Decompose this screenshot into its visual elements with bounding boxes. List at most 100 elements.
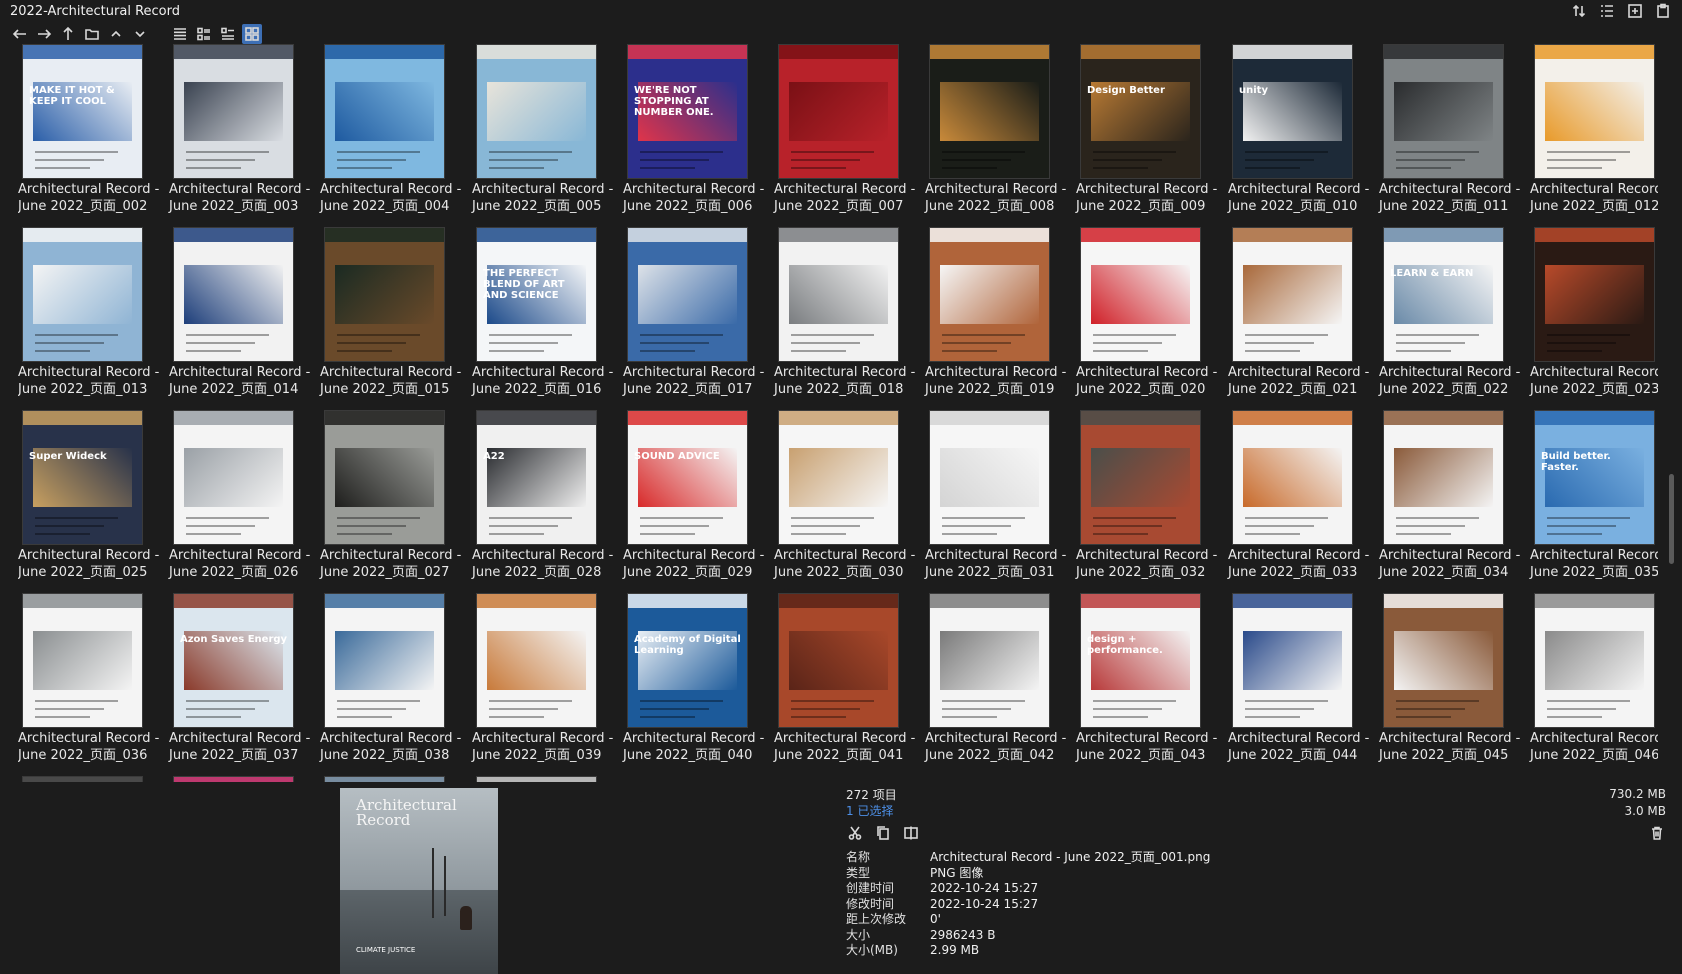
thumbnail-image: SOUND ADVICE xyxy=(627,410,748,545)
file-thumbnail[interactable]: Architectural Record - June 2022_页面_033 xyxy=(1228,410,1377,593)
file-thumbnail[interactable]: Super Wideck Architectural Record - June 2… xyxy=(18,410,167,593)
file-thumbnail[interactable]: Architectural Record - June 2022_页面_017 xyxy=(623,227,772,410)
thumbnail-image xyxy=(1080,227,1201,362)
thumbnail-image xyxy=(324,410,445,545)
trash-icon[interactable] xyxy=(1648,824,1666,842)
file-thumbnail[interactable]: Architectural Record - June 2022_页面_044 xyxy=(1228,593,1377,776)
file-thumbnail[interactable]: design + performance. Architectural Recor… xyxy=(1076,593,1225,776)
file-name-label: Architectural Record - June 2022_页面_028 xyxy=(472,548,614,580)
property-value: 0' xyxy=(930,912,941,926)
clipboard-icon[interactable] xyxy=(1654,2,1672,20)
file-name-label: Architectural Record - June 2022_页面_031 xyxy=(925,548,1067,580)
file-thumbnail[interactable]: Architectural Record - June 2022_页面_031 xyxy=(925,410,1074,593)
file-thumbnail[interactable]: Architectural Record - June 2022_页面_032 xyxy=(1076,410,1225,593)
new-window-icon[interactable] xyxy=(1626,2,1644,20)
chevron-down-icon[interactable] xyxy=(130,24,150,44)
list-view-icon[interactable] xyxy=(170,24,190,44)
file-thumbnail[interactable]: Architectural Record - June 2022_页面_012 xyxy=(1530,44,1658,227)
selected-count[interactable]: 1 已选择 xyxy=(846,802,893,819)
thumbnail-image xyxy=(778,410,899,545)
file-thumbnail[interactable]: Architectural Record - June 2022_页面_004 xyxy=(320,44,469,227)
file-thumbnail[interactable]: Architectural Record - June 2022_页面_036 xyxy=(18,593,167,776)
file-thumbnail[interactable]: Architectural Record - June 2022_页面_018 xyxy=(774,227,923,410)
file-thumbnail[interactable]: Architectural Record - June 2022_页面_008 xyxy=(925,44,1074,227)
file-thumbnail[interactable]: Architectural Record - June 2022_页面_026 xyxy=(169,410,318,593)
file-thumbnail[interactable]: Architectural Record - June 2022_页面_013 xyxy=(18,227,167,410)
tiles-view-icon[interactable] xyxy=(218,24,238,44)
sort-icon[interactable] xyxy=(1570,2,1588,20)
file-thumbnail[interactable] xyxy=(320,776,469,782)
copy-icon[interactable] xyxy=(874,824,892,842)
file-thumbnail[interactable]: Architectural Record - June 2022_页面_030 xyxy=(774,410,923,593)
file-thumbnail[interactable]: Architectural Record - June 2022_页面_003 xyxy=(169,44,318,227)
file-thumbnail[interactable]: A22 Architectural Record - June 2022_页面_02… xyxy=(472,410,621,593)
file-thumbnail[interactable]: Architectural Record - June 2022_页面_042 xyxy=(925,593,1074,776)
detail-list-view-icon[interactable] xyxy=(194,24,214,44)
scrollbar[interactable] xyxy=(1668,44,1676,782)
property-row: 名称 Architectural Record - June 2022_页面_00… xyxy=(846,850,1210,866)
folder-icon[interactable] xyxy=(82,24,102,44)
file-thumbnail[interactable]: Architectural Record - June 2022_页面_038 xyxy=(320,593,469,776)
file-thumbnail[interactable]: Architectural Record - June 2022_页面_027 xyxy=(320,410,469,593)
file-thumbnail[interactable]: Architectural Record - June 2022_页面_021 xyxy=(1228,227,1377,410)
file-thumbnail[interactable]: Academy of Digital Learning Architectural… xyxy=(623,593,772,776)
forward-arrow-icon[interactable] xyxy=(34,24,54,44)
file-thumbnail[interactable]: Architectural Record - June 2022_页面_045 xyxy=(1379,593,1528,776)
file-thumbnail[interactable] xyxy=(169,776,318,782)
file-thumbnail[interactable]: Architectural Record - June 2022_页面_046 xyxy=(1530,593,1658,776)
thumbnail-view-icon[interactable] xyxy=(242,24,262,44)
file-thumbnail[interactable]: Architectural Record - June 2022_页面_020 xyxy=(1076,227,1225,410)
property-row: 创建时间 2022-10-24 15:27 xyxy=(846,881,1210,897)
window-title: 2022-Architectural Record xyxy=(10,3,180,19)
file-thumbnail[interactable]: Design Better Architectural Record - June … xyxy=(1076,44,1225,227)
file-thumbnail[interactable]: Architectural Record - June 2022_页面_023 xyxy=(1530,227,1658,410)
file-thumbnail[interactable]: THE PERFECT BLEND OF ART AND SCIENCE Arch… xyxy=(472,227,621,410)
thumbnail-image xyxy=(173,227,294,362)
thumbnail-image xyxy=(778,593,899,728)
info-panel: 272 项目 1 已选择 730.2 MB 3.0 MB 名称 Architect… xyxy=(846,786,1666,972)
thumbnail-image: LEARN & EARN xyxy=(1383,227,1504,362)
file-thumbnail[interactable] xyxy=(472,776,621,782)
property-value: PNG 图像 xyxy=(930,865,984,880)
compare-icon[interactable] xyxy=(902,824,920,842)
property-row: 大小(MB) 2.99 MB xyxy=(846,943,1210,959)
chevron-up-icon[interactable] xyxy=(106,24,126,44)
file-thumbnail[interactable]: Architectural Record - June 2022_页面_011 xyxy=(1379,44,1528,227)
thumbnail-image xyxy=(1534,44,1655,179)
file-thumbnail[interactable]: Build better. Faster. Architectural Recor… xyxy=(1530,410,1658,593)
property-key: 类型 xyxy=(846,865,871,880)
thumbnail-image xyxy=(778,227,899,362)
file-thumbnail[interactable]: Architectural Record - June 2022_页面_019 xyxy=(925,227,1074,410)
details-view-icon[interactable] xyxy=(1598,2,1616,20)
up-arrow-icon[interactable] xyxy=(58,24,78,44)
file-thumbnail[interactable]: unity Architectural Record - June 2022_页面_… xyxy=(1228,44,1377,227)
scrollbar-thumb[interactable] xyxy=(1669,474,1674,564)
cut-icon[interactable] xyxy=(846,824,864,842)
file-thumbnail[interactable]: Architectural Record - June 2022_页面_007 xyxy=(774,44,923,227)
file-thumbnail[interactable]: LEARN & EARN Architectural Record - June 2… xyxy=(1379,227,1528,410)
file-name-label: Architectural Record - June 2022_页面_033 xyxy=(1228,548,1370,580)
property-row: 类型 PNG 图像 xyxy=(846,866,1210,882)
file-thumbnail[interactable]: Architectural Record - June 2022_页面_015 xyxy=(320,227,469,410)
thumbnail-grid: MAKE IT HOT & KEEP IT COOL Architectural … xyxy=(18,44,1658,782)
title-actions xyxy=(1570,2,1672,20)
property-key: 距上次修改 xyxy=(846,912,907,926)
file-thumbnail[interactable]: Architectural Record - June 2022_页面_039 xyxy=(472,593,621,776)
file-thumbnail[interactable]: Architectural Record - June 2022_页面_034 xyxy=(1379,410,1528,593)
preview-image: Architectural Record CLIMATE JUSTICE xyxy=(340,788,498,974)
file-thumbnail[interactable]: Architectural Record - June 2022_页面_005 xyxy=(472,44,621,227)
file-thumbnail[interactable]: EQUITONE xyxy=(18,776,167,782)
thumbnail-image xyxy=(929,410,1050,545)
file-name-label: Architectural Record - June 2022_页面_038 xyxy=(320,731,462,763)
file-name-label: Architectural Record - June 2022_页面_035 xyxy=(1530,548,1658,580)
file-name-label: Architectural Record - June 2022_页面_037 xyxy=(169,731,311,763)
thumbnail-image xyxy=(929,227,1050,362)
back-arrow-icon[interactable] xyxy=(10,24,30,44)
file-thumbnail[interactable]: WE'RE NOT STOPPING AT NUMBER ONE. Archite… xyxy=(623,44,772,227)
file-thumbnail[interactable]: SOUND ADVICE Architectural Record - June 2… xyxy=(623,410,772,593)
file-thumbnail[interactable]: Architectural Record - June 2022_页面_014 xyxy=(169,227,318,410)
file-name-label: Architectural Record - June 2022_页面_013 xyxy=(18,365,160,397)
file-thumbnail[interactable]: MAKE IT HOT & KEEP IT COOL Architectural … xyxy=(18,44,167,227)
file-thumbnail[interactable]: Architectural Record - June 2022_页面_041 xyxy=(774,593,923,776)
file-thumbnail[interactable]: Azon Saves Energy Architectural Record -J… xyxy=(169,593,318,776)
